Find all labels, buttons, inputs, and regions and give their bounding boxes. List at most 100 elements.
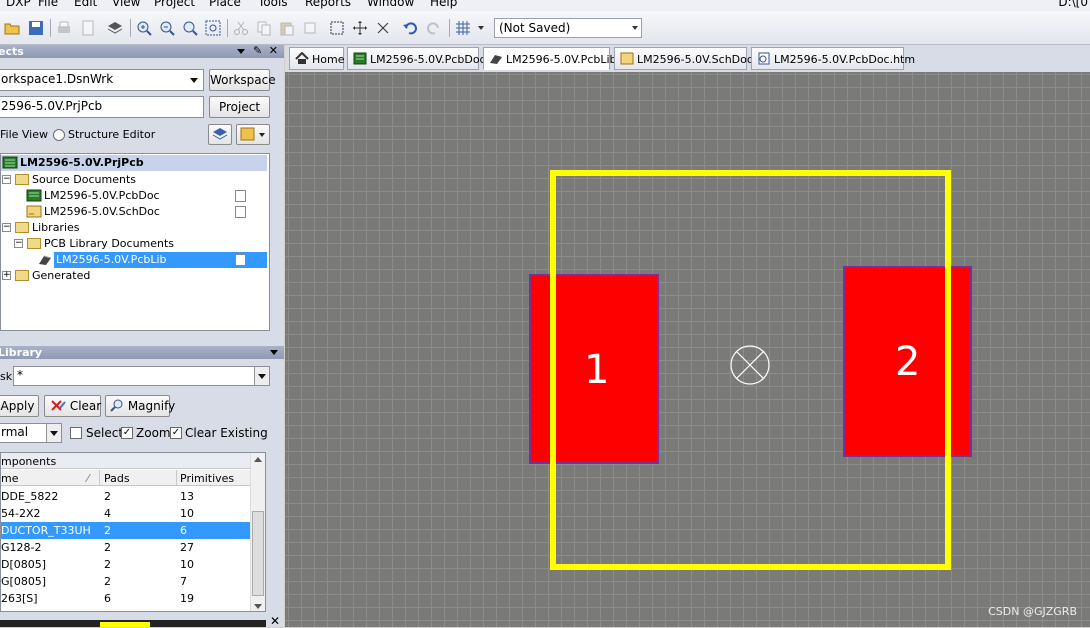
pcb-document-icon: [353, 52, 367, 65]
workspace-combo[interactable]: orkspace1.DsnWrk: [0, 69, 204, 91]
apply-button[interactable]: Apply: [0, 395, 39, 417]
select-area-icon[interactable]: [329, 20, 345, 36]
menu-bar: DXP File Edit View Project Place Tools R…: [0, 0, 1090, 11]
save-icon[interactable]: [28, 20, 44, 36]
mask-dropdown-button[interactable]: [254, 367, 269, 385]
menu-window[interactable]: Window: [367, 0, 414, 9]
cut-icon[interactable]: [233, 20, 249, 36]
component-name-cell: DUCTOR_T33UH: [1, 524, 91, 537]
document-status-icon: [235, 206, 246, 218]
tab-pcbdoc[interactable]: LM2596-5.0V.PcbDoc: [347, 47, 486, 70]
tab-pcblib-label: LM2596-5.0V.PcbLib: [506, 53, 617, 66]
tree-row-pcb-library-documents[interactable]: − PCB Library Documents: [1, 236, 267, 252]
filter-mode-value: rmal: [1, 425, 29, 439]
pin-icon[interactable]: ✎: [253, 45, 262, 57]
project-button[interactable]: Project: [209, 96, 270, 118]
table-row[interactable]: G[0805] 2 7: [1, 573, 251, 590]
tree-row-source-documents[interactable]: − Source Documents: [1, 172, 267, 188]
copy-icon[interactable]: [256, 20, 272, 36]
table-row[interactable]: 263[S] 6 19: [1, 590, 251, 607]
collapse-icon[interactable]: −: [2, 223, 11, 232]
tree-row-project[interactable]: LM2596-5.0V.PrjPcb: [1, 155, 267, 171]
zoom-in-icon[interactable]: [136, 20, 152, 36]
panel-menu-icon[interactable]: [237, 49, 245, 54]
print-preview-icon[interactable]: [80, 20, 96, 36]
scrollbar-thumb[interactable]: [252, 511, 264, 596]
menu-edit[interactable]: Edit: [74, 0, 97, 9]
undo-icon[interactable]: [402, 20, 418, 36]
menu-dxp[interactable]: DXP: [6, 0, 31, 9]
menu-tools[interactable]: Tools: [258, 0, 288, 9]
expand-icon[interactable]: +: [2, 271, 11, 280]
print-icon[interactable]: [56, 20, 72, 36]
menu-place[interactable]: Place: [209, 0, 241, 9]
column-header-pads[interactable]: Pads: [104, 472, 130, 485]
project-options-button[interactable]: [236, 124, 270, 145]
project-field[interactable]: 2596-5.0V.PrjPcb: [0, 96, 204, 118]
tree-row-schdoc[interactable]: LM2596-5.0V.SchDoc: [1, 204, 267, 220]
filter-mode-combo[interactable]: rmal: [0, 423, 62, 443]
tab-pcbdoc-htm[interactable]: LM2596-5.0V.PcbDoc.htm: [751, 47, 915, 70]
grid-dropdown-arrow[interactable]: [478, 26, 484, 30]
zoom-fit-icon[interactable]: [182, 20, 198, 36]
magnify-button[interactable]: Magnify: [105, 395, 175, 417]
tab-schdoc[interactable]: LM2596-5.0V.SchDoc: [614, 47, 753, 70]
project-compile-button[interactable]: [208, 124, 232, 145]
scroll-up-icon[interactable]: [254, 457, 262, 462]
workspace-button[interactable]: Workspace: [209, 69, 276, 91]
mask-input[interactable]: *: [13, 366, 270, 386]
grid-icon[interactable]: [455, 20, 471, 36]
table-row[interactable]: DDE_5822 2 13: [1, 488, 251, 505]
origin-marker-icon: [730, 345, 770, 385]
close-icon[interactable]: ✕: [269, 45, 278, 57]
clear-button[interactable]: Clear: [44, 395, 101, 417]
component-primitives-cell: 13: [180, 490, 194, 503]
structure-editor-radio[interactable]: [53, 129, 65, 141]
tab-home[interactable]: Home: [289, 47, 344, 70]
paste-icon[interactable]: [279, 20, 295, 36]
tree-row-pcbdoc[interactable]: LM2596-5.0V.PcbDoc: [1, 188, 267, 204]
folder-icon: [27, 238, 41, 249]
component-primitives-cell: 6: [180, 524, 187, 537]
table-row[interactable]: 54-2X2 4 10: [1, 505, 251, 522]
layers-icon[interactable]: [107, 20, 123, 36]
zoom-area-icon[interactable]: [205, 20, 221, 36]
save-state-combo[interactable]: (Not Saved): [494, 18, 642, 38]
tree-row-libraries[interactable]: − Libraries: [1, 220, 267, 236]
menu-project[interactable]: Project: [154, 0, 195, 9]
open-folder-icon[interactable]: [4, 20, 20, 36]
table-row[interactable]: DUCTOR_T33UH 2 6: [1, 522, 251, 539]
column-header-name[interactable]: me: [1, 472, 18, 485]
menu-view[interactable]: View: [112, 0, 140, 9]
schematic-document-icon: [26, 205, 42, 218]
pcb-library-canvas[interactable]: 1 2 CSDN @GJZGRB: [285, 72, 1090, 627]
column-header-primitives[interactable]: Primitives: [180, 472, 234, 485]
cross-probe-icon[interactable]: [375, 20, 391, 36]
scroll-down-icon[interactable]: [254, 604, 262, 609]
menu-file[interactable]: File: [38, 0, 58, 9]
clear-existing-checkbox[interactable]: ✓: [170, 427, 182, 439]
components-scrollbar[interactable]: [250, 453, 265, 611]
menu-reports[interactable]: Reports: [305, 0, 351, 9]
move-icon[interactable]: [352, 20, 368, 36]
panel-menu-icon[interactable]: [270, 350, 278, 355]
tree-row-pcblib[interactable]: LM2596-5.0V.PcbLib: [1, 252, 267, 268]
collapse-icon[interactable]: −: [14, 239, 23, 248]
filter-mode-dropdown-button[interactable]: [46, 424, 61, 442]
tab-pcblib[interactable]: LM2596-5.0V.PcbLib: [483, 47, 617, 70]
rubber-stamp-icon[interactable]: [302, 20, 318, 36]
select-checkbox[interactable]: [70, 427, 82, 439]
table-row[interactable]: G128-2 2 27: [1, 539, 251, 556]
close-icon[interactable]: ✕: [270, 614, 280, 628]
tree-row-generated[interactable]: + Generated: [1, 268, 267, 284]
redo-icon[interactable]: [426, 20, 442, 36]
tab-pcbdoc-label: LM2596-5.0V.PcbDoc: [370, 53, 486, 66]
chevron-down-icon: [50, 431, 58, 436]
collapse-icon[interactable]: −: [2, 175, 11, 184]
table-row[interactable]: D[0805] 2 10: [1, 556, 251, 573]
menu-help[interactable]: Help: [430, 0, 457, 9]
main-toolbar: (Not Saved): [0, 11, 1090, 45]
zoom-out-icon[interactable]: [159, 20, 175, 36]
zoom-checkbox[interactable]: ✓: [121, 427, 133, 439]
file-view-option[interactable]: File View: [0, 128, 48, 141]
